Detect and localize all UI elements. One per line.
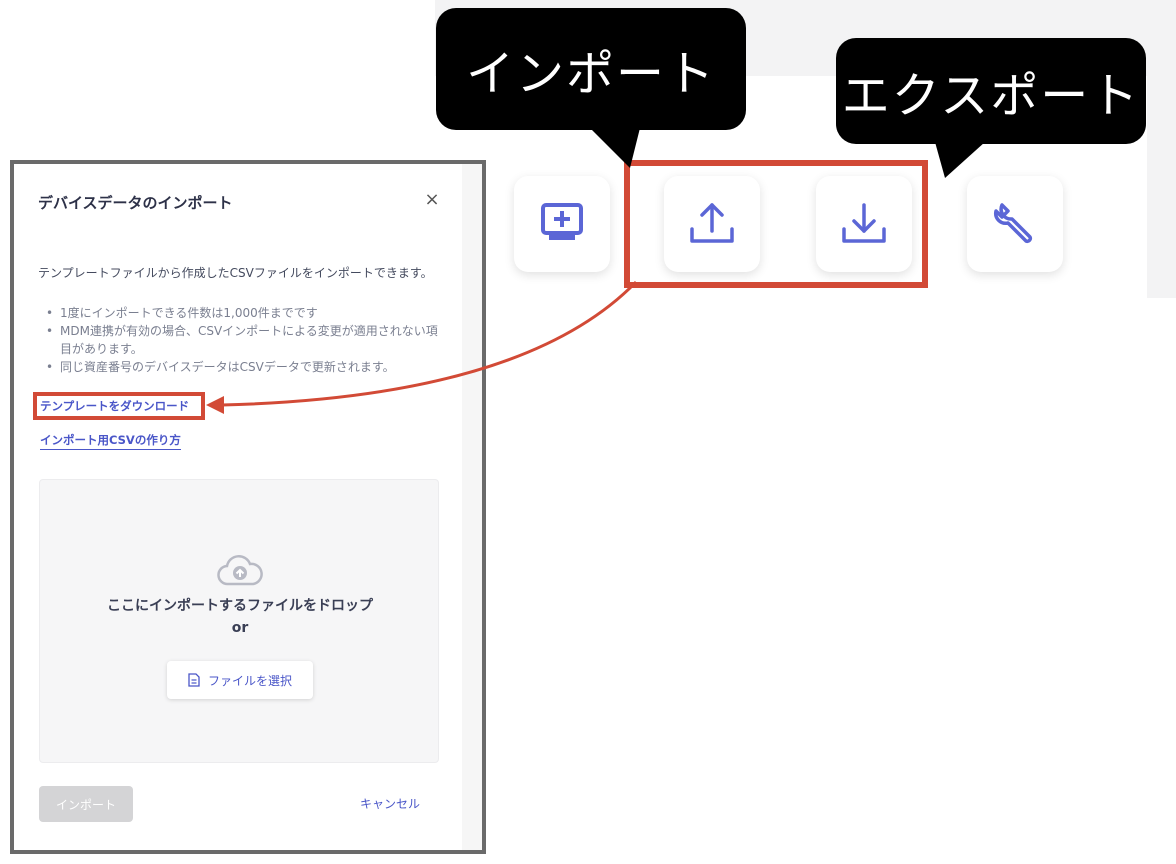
import-submit-button[interactable]: インポート (39, 786, 133, 822)
toolbar-highlight-box (624, 160, 928, 288)
csv-howto-link[interactable]: インポート用CSVの作り方 (40, 432, 181, 450)
close-icon[interactable]: × (422, 190, 442, 210)
list-item: MDM連携が有効の場合、CSVインポートによる変更が適用されない項目があります。 (46, 322, 444, 358)
list-item: 1度にインポートできる件数は1,000件までです (46, 304, 444, 322)
dropzone-text: ここにインポートするファイルをドロップ (107, 598, 373, 614)
wrench-icon (994, 203, 1033, 244)
notes-list: 1度にインポートできる件数は1,000件までです MDM連携が有効の場合、CSV… (46, 304, 444, 376)
dialog-title: デバイスデータのインポート (38, 194, 233, 212)
file-icon (188, 673, 200, 687)
file-dropzone[interactable]: ここにインポートするファイルをドロップ or ファイルを選択 (39, 479, 439, 763)
settings-button[interactable] (967, 176, 1063, 272)
cloud-upload-icon (217, 555, 263, 586)
cancel-button[interactable]: キャンセル (360, 795, 420, 812)
template-link-highlight-box (33, 392, 205, 420)
import-callout: インポート (436, 8, 746, 130)
dropzone-or: or (231, 620, 249, 636)
import-dialog: デバイスデータのインポート × テンプレートファイルから作成したCSVファイルを… (14, 164, 462, 850)
dialog-side-shade (462, 164, 482, 850)
select-file-label: ファイルを選択 (207, 673, 292, 688)
monitor-plus-icon (541, 203, 583, 240)
select-file-button[interactable]: ファイルを選択 (167, 661, 313, 699)
list-item: 同じ資産番号のデバイスデータはCSVデータで更新されます。 (46, 358, 444, 376)
dialog-description: テンプレートファイルから作成したCSVファイルをインポートできます。 (38, 266, 433, 280)
add-device-button[interactable] (514, 176, 610, 272)
export-callout: エクスポート (836, 38, 1146, 144)
